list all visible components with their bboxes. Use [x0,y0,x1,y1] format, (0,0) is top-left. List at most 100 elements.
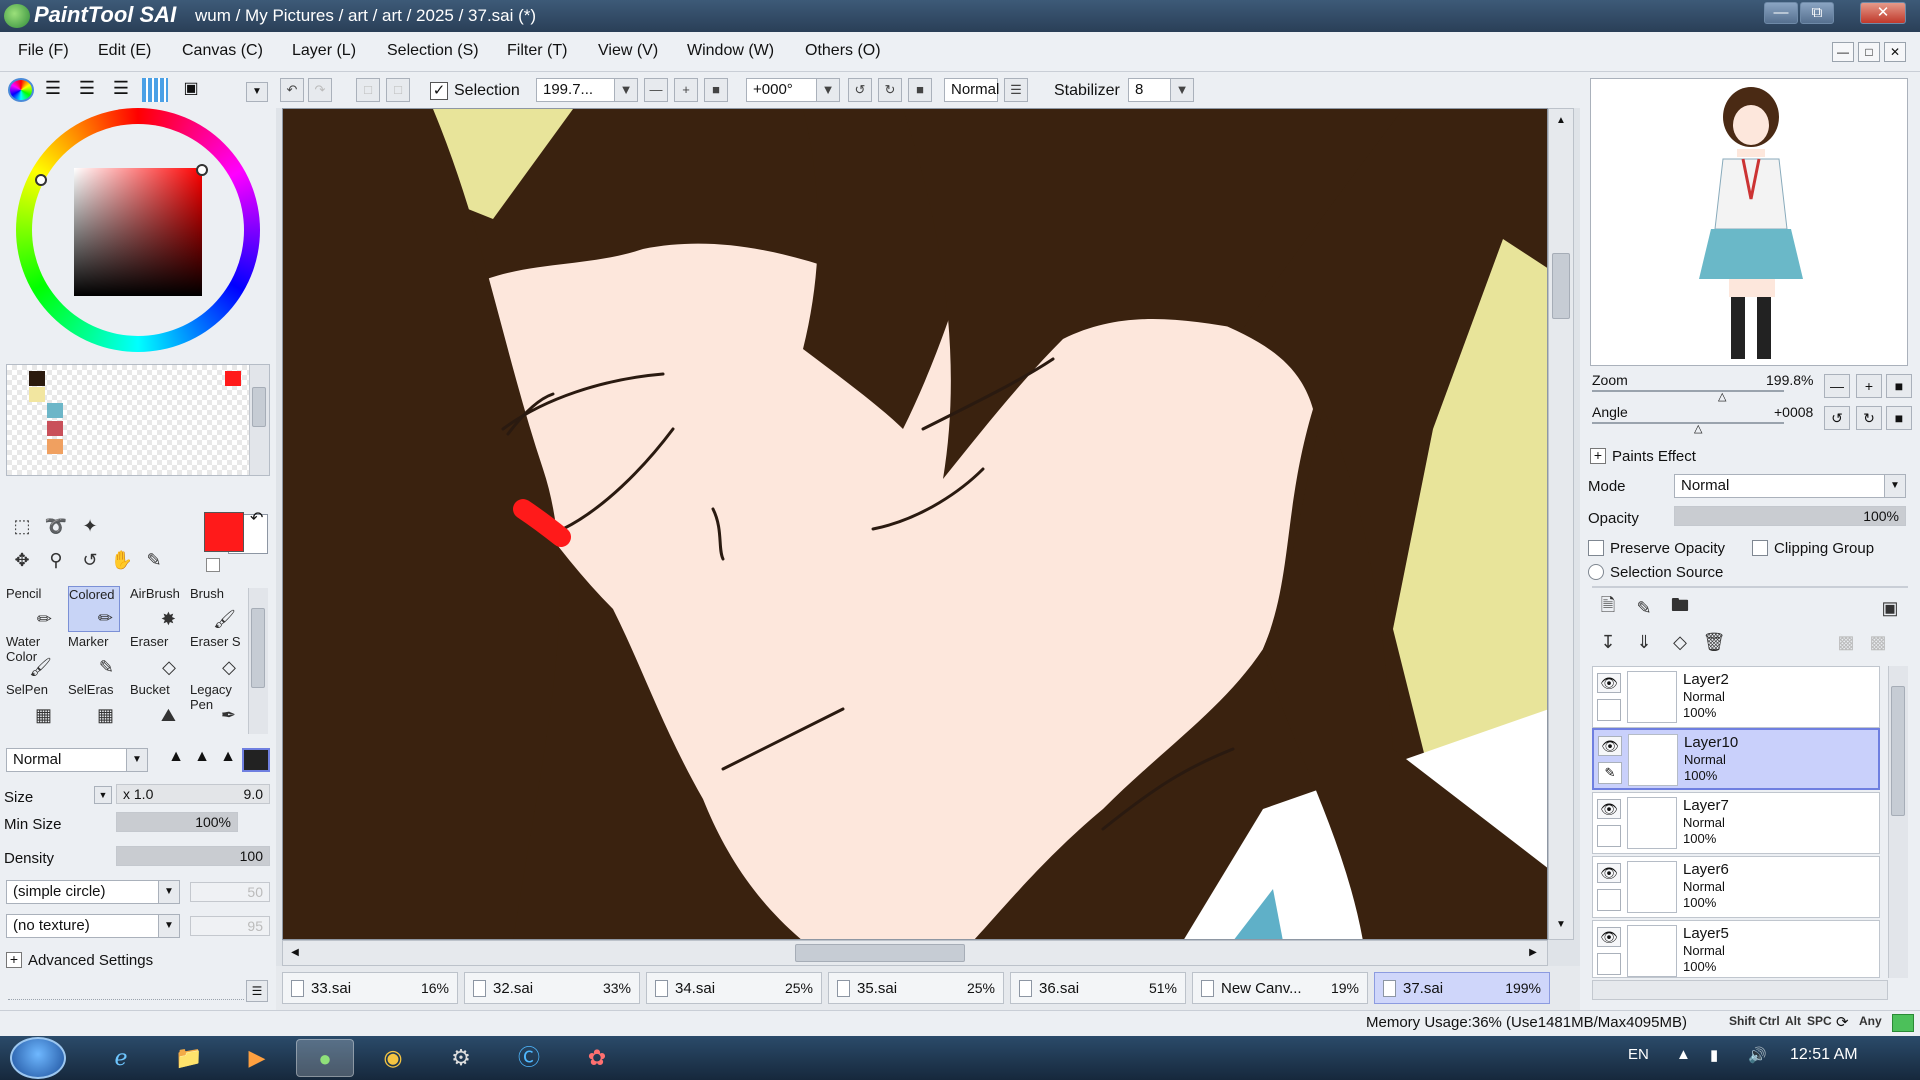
angle-dropdown-icon[interactable]: ▼ [816,78,840,102]
tray-expand-icon[interactable]: ▲ [1676,1046,1691,1063]
tool-legacy-pen[interactable]: Legacy Pen ✒ [190,682,242,728]
hue-picker-handle[interactable] [196,164,208,176]
tool-eraser[interactable]: Eraser ◇ [130,634,182,680]
redo-icon[interactable]: ↷ [308,78,332,102]
rotate-reset-icon[interactable]: ■ [908,78,932,102]
texture-strength-slider[interactable]: 95 [190,916,270,936]
nav-angle-handle[interactable]: △ [1694,422,1702,435]
scroll-down-icon[interactable]: ▼ [1551,915,1571,935]
paste-layer-icon[interactable]: ▩ [1864,628,1892,656]
stabilizer-field[interactable]: 8 [1128,78,1172,102]
transparent-color-icon[interactable] [206,558,220,572]
chrome-icon[interactable]: ◉ [364,1039,422,1077]
scroll-right-icon[interactable]: ▶ [1523,943,1543,963]
clipping-group-checkbox[interactable] [1752,540,1768,556]
brush-size-presets[interactable] [8,986,244,1000]
stabilizer-dropdown-icon[interactable]: ▼ [1170,78,1194,102]
eye-icon[interactable]: 👁 [1597,863,1621,883]
copy-layer-icon[interactable]: ▩ [1832,628,1860,656]
layer-list-hscrollbar[interactable] [1592,980,1888,1000]
deselect-icon[interactable]: □ [356,78,380,102]
canvas-vertical-scrollbar[interactable]: ▲ ▼ [1548,108,1574,940]
layer-item-layer5[interactable]: 👁 Layer5 Normal 100% [1592,920,1880,978]
layer-menu-icon[interactable]: ▣ [1876,594,1904,622]
eye-icon[interactable]: 👁 [1597,927,1621,947]
transfer-down-icon[interactable]: ⇓ [1630,628,1658,656]
tool-selpen[interactable]: SelPen ▦ [6,682,58,728]
scroll-up-icon[interactable]: ▲ [1551,111,1571,131]
swatch[interactable] [225,371,241,386]
layer-mode-select[interactable]: Normal ▼ [1674,474,1906,498]
zoom-out-icon[interactable]: — [644,78,668,102]
swatch[interactable] [47,403,63,418]
zoom-field[interactable]: 199.7... [536,78,626,102]
expand-plus-icon[interactable]: + [6,952,22,968]
skype-icon[interactable]: Ⓒ [500,1039,558,1077]
layer-scroll-thumb[interactable] [1891,686,1905,816]
tool-eraser-s[interactable]: Eraser S ◇ [190,634,242,680]
close-icon[interactable]: ✕ [1860,2,1906,24]
layer-item-layer7[interactable]: 👁 Layer7 Normal 100% [1592,792,1880,854]
magic-wand-icon[interactable]: ✦ [76,512,104,540]
delete-layer-icon[interactable]: 🗑 [1700,628,1728,656]
tab-36-sai[interactable]: 36.sai 51% [1010,972,1186,1004]
tool-marker[interactable]: Marker ✎ [68,634,120,680]
swatch[interactable] [29,387,45,402]
pencil-icon[interactable]: ✎ [1598,762,1622,784]
swatch-scroll-thumb[interactable] [252,387,266,427]
brush-edge-flat-icon[interactable] [242,748,270,772]
tool-scroll-thumb[interactable] [251,608,265,688]
primary-color-swatch[interactable] [204,512,244,552]
steam-icon[interactable]: ⚙ [432,1039,490,1077]
new-linework-layer-icon[interactable]: ✎ [1630,594,1658,622]
brush-edge-soft-icon[interactable]: ▲ [214,748,242,772]
zoom-reset-icon[interactable]: ■ [704,78,728,102]
hand-icon[interactable]: ✋ [108,546,136,574]
network-icon[interactable]: ▮ [1710,1046,1718,1064]
mdi-close-icon[interactable]: ✕ [1884,42,1906,62]
advanced-settings-label[interactable]: Advanced Settings [28,952,153,969]
painttool-sai-icon[interactable]: ● [296,1039,354,1077]
hsv-slider-icon[interactable]: ☰ [74,78,100,102]
invert-selection-icon[interactable]: □ [386,78,410,102]
move-icon[interactable]: ✥ [8,546,36,574]
nav-zoom-reset-icon[interactable]: ■ [1886,374,1912,398]
tool-bucket[interactable]: Bucket ⛰ [130,682,182,728]
rgb-slider-icon[interactable]: ☰ [40,78,66,102]
new-layer-icon[interactable]: 🗎 [1594,594,1622,622]
brush-mode-select[interactable]: Normal ▼ [6,748,148,772]
swap-colors-icon[interactable]: ↶ [250,508,263,528]
tab-34-sai[interactable]: 34.sai 25% [646,972,822,1004]
saturation-value-square[interactable] [74,168,202,296]
brush-edge-medium-icon[interactable]: ▲ [188,748,216,772]
rotate-left-icon[interactable]: ↺ [848,78,872,102]
new-folder-icon[interactable]: 🖿 [1666,594,1694,622]
tab-new-canvas[interactable]: New Canv... 19% [1192,972,1368,1004]
menu-edit[interactable]: Edit (E) [98,42,151,60]
media-player-icon[interactable]: ▶ [228,1039,286,1077]
zoom-icon[interactable]: ⚲ [42,546,70,574]
undo-icon[interactable]: ↶ [280,78,304,102]
swatch[interactable] [47,439,63,454]
preserve-opacity-checkbox[interactable] [1588,540,1604,556]
view-blend-field[interactable]: Normal [944,78,999,102]
layer-item-layer10[interactable]: 👁 ✎ Layer10 Normal 100% [1592,728,1880,790]
brush-texture-select[interactable]: (no texture) ▼ [6,914,180,938]
eyedropper-icon[interactable]: ✎ [140,546,168,574]
layer-list-scrollbar[interactable] [1888,666,1908,978]
tool-scrollbar[interactable] [248,588,268,734]
mdi-minimize-icon[interactable]: — [1832,42,1854,62]
rotate-icon[interactable]: ↺ [76,546,104,574]
swatch[interactable] [47,421,63,436]
lock-toggle[interactable] [1597,825,1621,847]
tool-brush[interactable]: Brush 🖌 [190,586,242,632]
menu-view[interactable]: View (V) [598,42,658,60]
menu-window[interactable]: Window (W) [687,42,774,60]
panel-dropdown-icon[interactable]: ▼ [246,82,268,102]
color-wheel-toggle-icon[interactable] [8,78,34,102]
tool-watercolor[interactable]: Water Color 🖌 [6,634,58,680]
selection-checkbox[interactable]: ✓ [430,82,448,100]
selection-source-radio[interactable] [1588,564,1604,580]
eye-icon[interactable]: 👁 [1598,736,1622,756]
nav-angle-slider[interactable] [1592,422,1784,424]
